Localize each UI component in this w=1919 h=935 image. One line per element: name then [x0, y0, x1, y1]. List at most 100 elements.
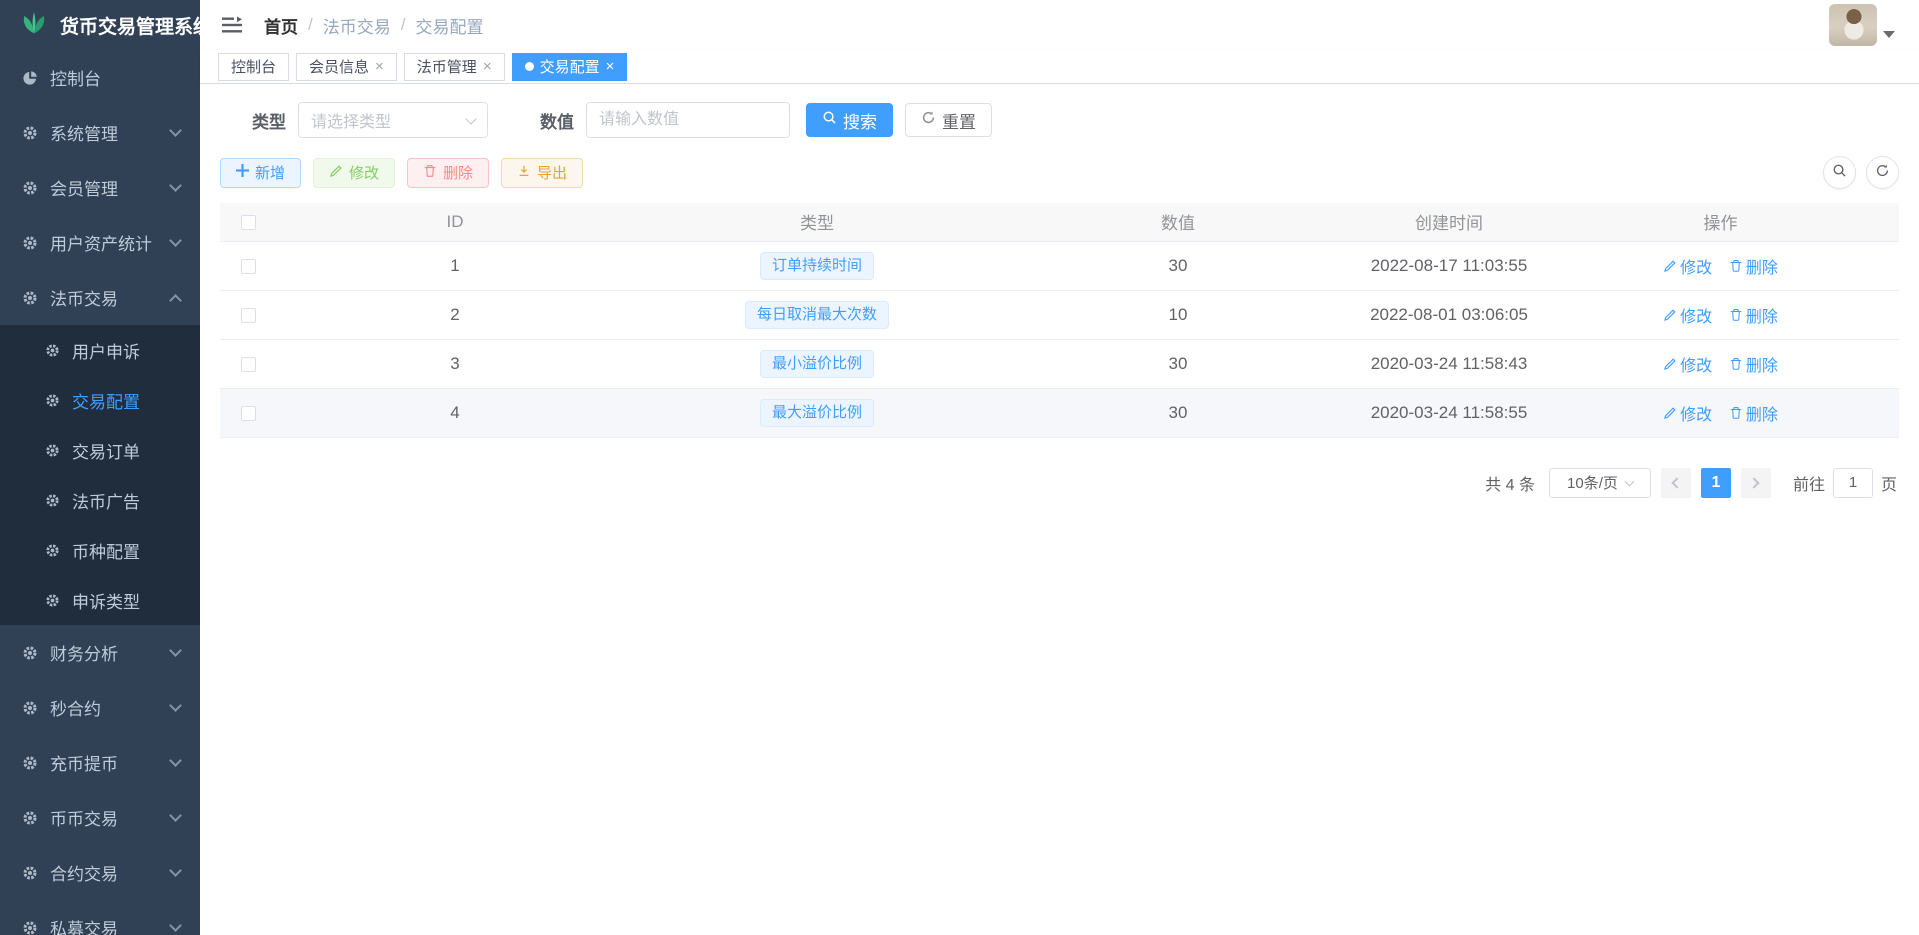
gear-icon [22, 645, 38, 661]
table-search-toggle-button[interactable] [1823, 156, 1856, 189]
table-row: 4 最大溢价比例 30 2020-03-24 11:58:55 修改 删除 [220, 388, 1899, 437]
pencil-icon [1663, 308, 1677, 322]
row-delete-link[interactable]: 删除 [1729, 254, 1778, 278]
sidebar-subitem-fiat-ads[interactable]: 法币广告 [0, 475, 200, 525]
row-checkbox[interactable] [241, 259, 256, 274]
sidebar-item-system[interactable]: 系统管理 [0, 105, 200, 160]
row-edit-link[interactable]: 修改 [1663, 254, 1712, 278]
chevron-down-icon [1624, 476, 1634, 486]
delete-button[interactable]: 删除 [407, 158, 489, 188]
edit-button[interactable]: 修改 [313, 158, 395, 188]
sidebar-item-private-trading[interactable]: 私募交易 [0, 900, 200, 935]
chevron-down-icon [465, 113, 476, 124]
sidebar-subitem-trade-orders[interactable]: 交易订单 [0, 425, 200, 475]
user-avatar[interactable] [1829, 4, 1877, 46]
type-tag: 订单持续时间 [760, 252, 874, 280]
tab-fiat-management[interactable]: 法币管理 × [404, 53, 505, 81]
row-checkbox[interactable] [241, 406, 256, 421]
sidebar-item-label: 秒合约 [50, 695, 101, 720]
page-unit-label: 页 [1881, 471, 1897, 495]
prev-page-button[interactable] [1661, 468, 1691, 498]
close-icon[interactable]: × [483, 59, 492, 74]
sidebar-item-label: 币币交易 [50, 805, 118, 830]
filter-form: 类型 请选择类型 数值 搜索 重置 [252, 102, 1899, 138]
sidebar-item-fiat-trading[interactable]: 法币交易 [0, 270, 200, 325]
export-button[interactable]: 导出 [501, 158, 583, 188]
row-edit-link[interactable]: 修改 [1663, 352, 1712, 376]
sidebar-menu: 控制台 系统管理 会员管理 用户资产统计 [0, 50, 200, 935]
cell-id: 4 [276, 388, 634, 437]
chevron-down-icon [169, 644, 182, 657]
table-row: 1 订单持续时间 30 2022-08-17 11:03:55 修改 删除 [220, 241, 1899, 290]
sidebar-subitem-label: 交易订单 [72, 438, 140, 463]
breadcrumb-fiat-trading: 法币交易 [323, 13, 391, 38]
breadcrumb-separator: / [308, 15, 313, 35]
app-logo[interactable]: 货币交易管理系统 [0, 0, 200, 50]
goto-page-input[interactable] [1833, 468, 1873, 498]
row-delete-link[interactable]: 删除 [1729, 401, 1778, 425]
search-button[interactable]: 搜索 [806, 103, 893, 137]
tab-console[interactable]: 控制台 [218, 53, 289, 81]
sidebar-item-label: 用户资产统计 [50, 230, 152, 255]
sidebar-item-deposit-withdraw[interactable]: 充币提币 [0, 735, 200, 790]
sidebar-toggle-icon[interactable] [218, 12, 246, 38]
sidebar-item-finance-analysis[interactable]: 财务分析 [0, 625, 200, 680]
user-menu-caret-icon[interactable] [1883, 31, 1895, 38]
sidebar-subitem-trade-config[interactable]: 交易配置 [0, 375, 200, 425]
row-delete-link[interactable]: 删除 [1729, 303, 1778, 327]
sidebar-item-spot-trading[interactable]: 币币交易 [0, 790, 200, 845]
sidebar-item-second-contract[interactable]: 秒合约 [0, 680, 200, 735]
close-icon[interactable]: × [606, 59, 615, 74]
sidebar-item-dashboard[interactable]: 控制台 [0, 50, 200, 105]
gear-icon [44, 392, 60, 408]
page-number-1[interactable]: 1 [1701, 468, 1731, 498]
sidebar-subitem-label: 申诉类型 [72, 588, 140, 613]
trash-icon [1729, 259, 1743, 273]
row-edit-link[interactable]: 修改 [1663, 401, 1712, 425]
sidebar-item-label: 合约交易 [50, 860, 118, 885]
gear-icon [44, 342, 60, 358]
add-button[interactable]: 新增 [220, 158, 301, 188]
sidebar-item-user-assets[interactable]: 用户资产统计 [0, 215, 200, 270]
search-button-label: 搜索 [843, 108, 877, 133]
tab-trade-config[interactable]: 交易配置 × [512, 53, 628, 81]
sidebar-subitem-coin-config[interactable]: 币种配置 [0, 525, 200, 575]
row-checkbox[interactable] [241, 308, 256, 323]
type-filter-select[interactable]: 请选择类型 [298, 102, 488, 138]
row-delete-link[interactable]: 删除 [1729, 352, 1778, 376]
chevron-down-icon [169, 124, 182, 137]
trash-icon [1729, 357, 1743, 371]
refresh-icon [1875, 163, 1890, 183]
page-size-select[interactable]: 10条/页 [1549, 468, 1651, 498]
chevron-right-icon [1749, 477, 1760, 488]
select-all-checkbox[interactable] [241, 215, 256, 230]
gear-icon [22, 235, 38, 251]
breadcrumb-home[interactable]: 首页 [264, 13, 298, 38]
gear-icon [22, 180, 38, 196]
close-icon[interactable]: × [375, 59, 384, 74]
tab-member-info[interactable]: 会员信息 × [296, 53, 397, 81]
value-filter-input[interactable] [586, 102, 790, 138]
sidebar-item-members[interactable]: 会员管理 [0, 160, 200, 215]
cell-value: 30 [1000, 388, 1356, 437]
gear-icon [22, 920, 38, 935]
pencil-icon [329, 164, 343, 182]
toolbar-right-icons [1823, 156, 1899, 189]
search-icon [1832, 163, 1847, 183]
sidebar-item-contract-trading[interactable]: 合约交易 [0, 845, 200, 900]
breadcrumb: 首页 / 法币交易 / 交易配置 [264, 13, 483, 38]
column-header-created: 创建时间 [1356, 203, 1542, 241]
sidebar-subitem-user-appeals[interactable]: 用户申诉 [0, 325, 200, 375]
search-icon [822, 110, 837, 130]
next-page-button[interactable] [1741, 468, 1771, 498]
row-edit-link[interactable]: 修改 [1663, 303, 1712, 327]
cell-value: 30 [1000, 339, 1356, 388]
logo-plant-icon [18, 10, 50, 41]
pencil-icon [1663, 406, 1677, 420]
sidebar-subitem-label: 法币广告 [72, 488, 140, 513]
row-checkbox[interactable] [241, 357, 256, 372]
pencil-icon [1663, 259, 1677, 273]
sidebar-subitem-appeal-types[interactable]: 申诉类型 [0, 575, 200, 625]
table-refresh-button[interactable] [1866, 156, 1899, 189]
reset-button[interactable]: 重置 [905, 103, 992, 137]
